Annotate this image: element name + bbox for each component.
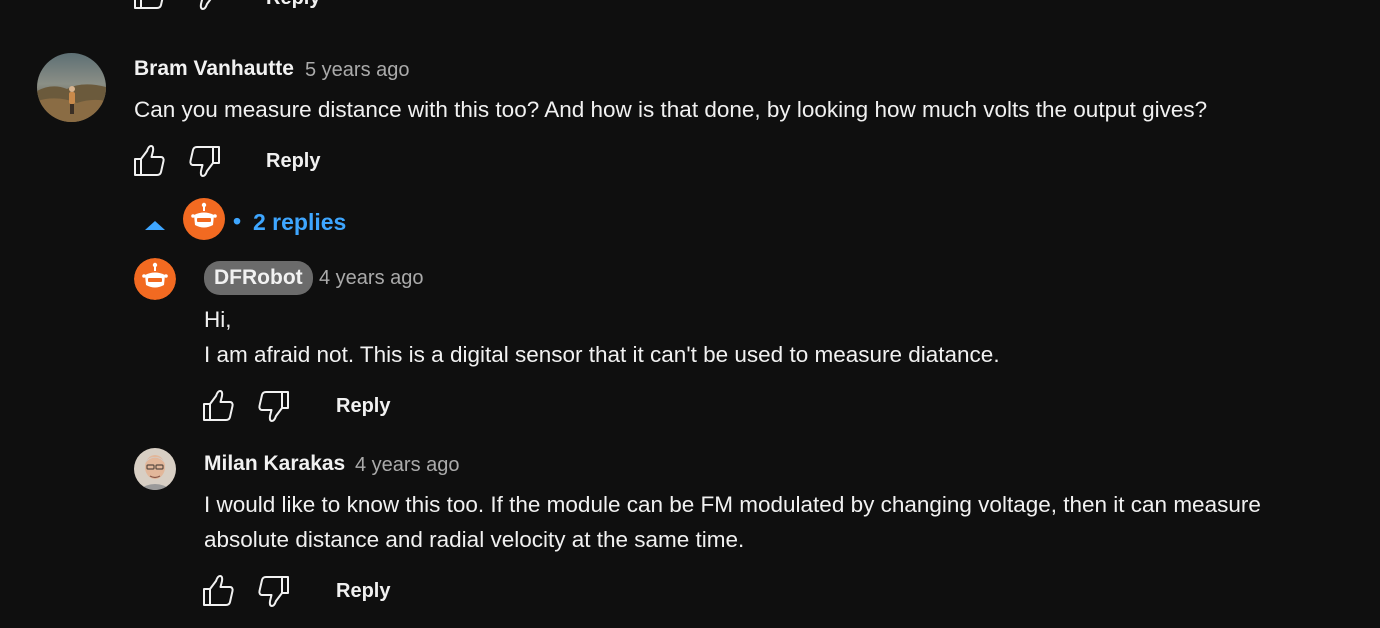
- comment-author[interactable]: Bram Vanhautte: [134, 56, 294, 82]
- dfrobot-logo-icon: [134, 258, 176, 300]
- reply-text-line: Hi,: [204, 307, 232, 332]
- bullet-separator: •: [233, 208, 242, 234]
- reply-text-line: I am afraid not. This is a digital senso…: [204, 342, 1000, 367]
- avatar-photo: [37, 53, 106, 122]
- like-icon[interactable]: [200, 573, 236, 609]
- comment-timestamp[interactable]: 5 years ago: [305, 57, 410, 83]
- like-icon[interactable]: [131, 143, 167, 179]
- creator-avatar-icon: [183, 198, 225, 240]
- reply-timestamp[interactable]: 4 years ago: [355, 452, 460, 478]
- channel-owner-badge[interactable]: DFRobot: [204, 261, 313, 295]
- reply-button[interactable]: Reply: [266, 0, 320, 10]
- reply-button[interactable]: Reply: [336, 394, 390, 418]
- chevron-up-icon: [145, 221, 165, 230]
- replies-toggle[interactable]: • 2 replies: [140, 198, 360, 240]
- reply-button[interactable]: Reply: [336, 579, 390, 603]
- reply-button[interactable]: Reply: [266, 149, 320, 173]
- avatar[interactable]: [134, 258, 176, 300]
- comment-text: Can you measure distance with this too? …: [134, 97, 1208, 122]
- reply-author[interactable]: Milan Karakas: [204, 451, 345, 477]
- avatar[interactable]: [37, 53, 106, 122]
- avatar[interactable]: [134, 448, 176, 490]
- avatar-photo: [134, 448, 176, 490]
- like-icon[interactable]: [131, 0, 167, 12]
- like-icon[interactable]: [200, 388, 236, 424]
- dislike-icon[interactable]: [256, 573, 292, 609]
- reply-text-line: I would like to know this too. If the mo…: [204, 492, 1261, 517]
- dislike-icon[interactable]: [187, 143, 223, 179]
- reply-text-line: absolute distance and radial velocity at…: [204, 527, 745, 552]
- dislike-icon[interactable]: [256, 388, 292, 424]
- replies-count-label[interactable]: 2 replies: [253, 208, 346, 236]
- dislike-icon[interactable]: [187, 0, 223, 12]
- reply-timestamp[interactable]: 4 years ago: [319, 265, 424, 291]
